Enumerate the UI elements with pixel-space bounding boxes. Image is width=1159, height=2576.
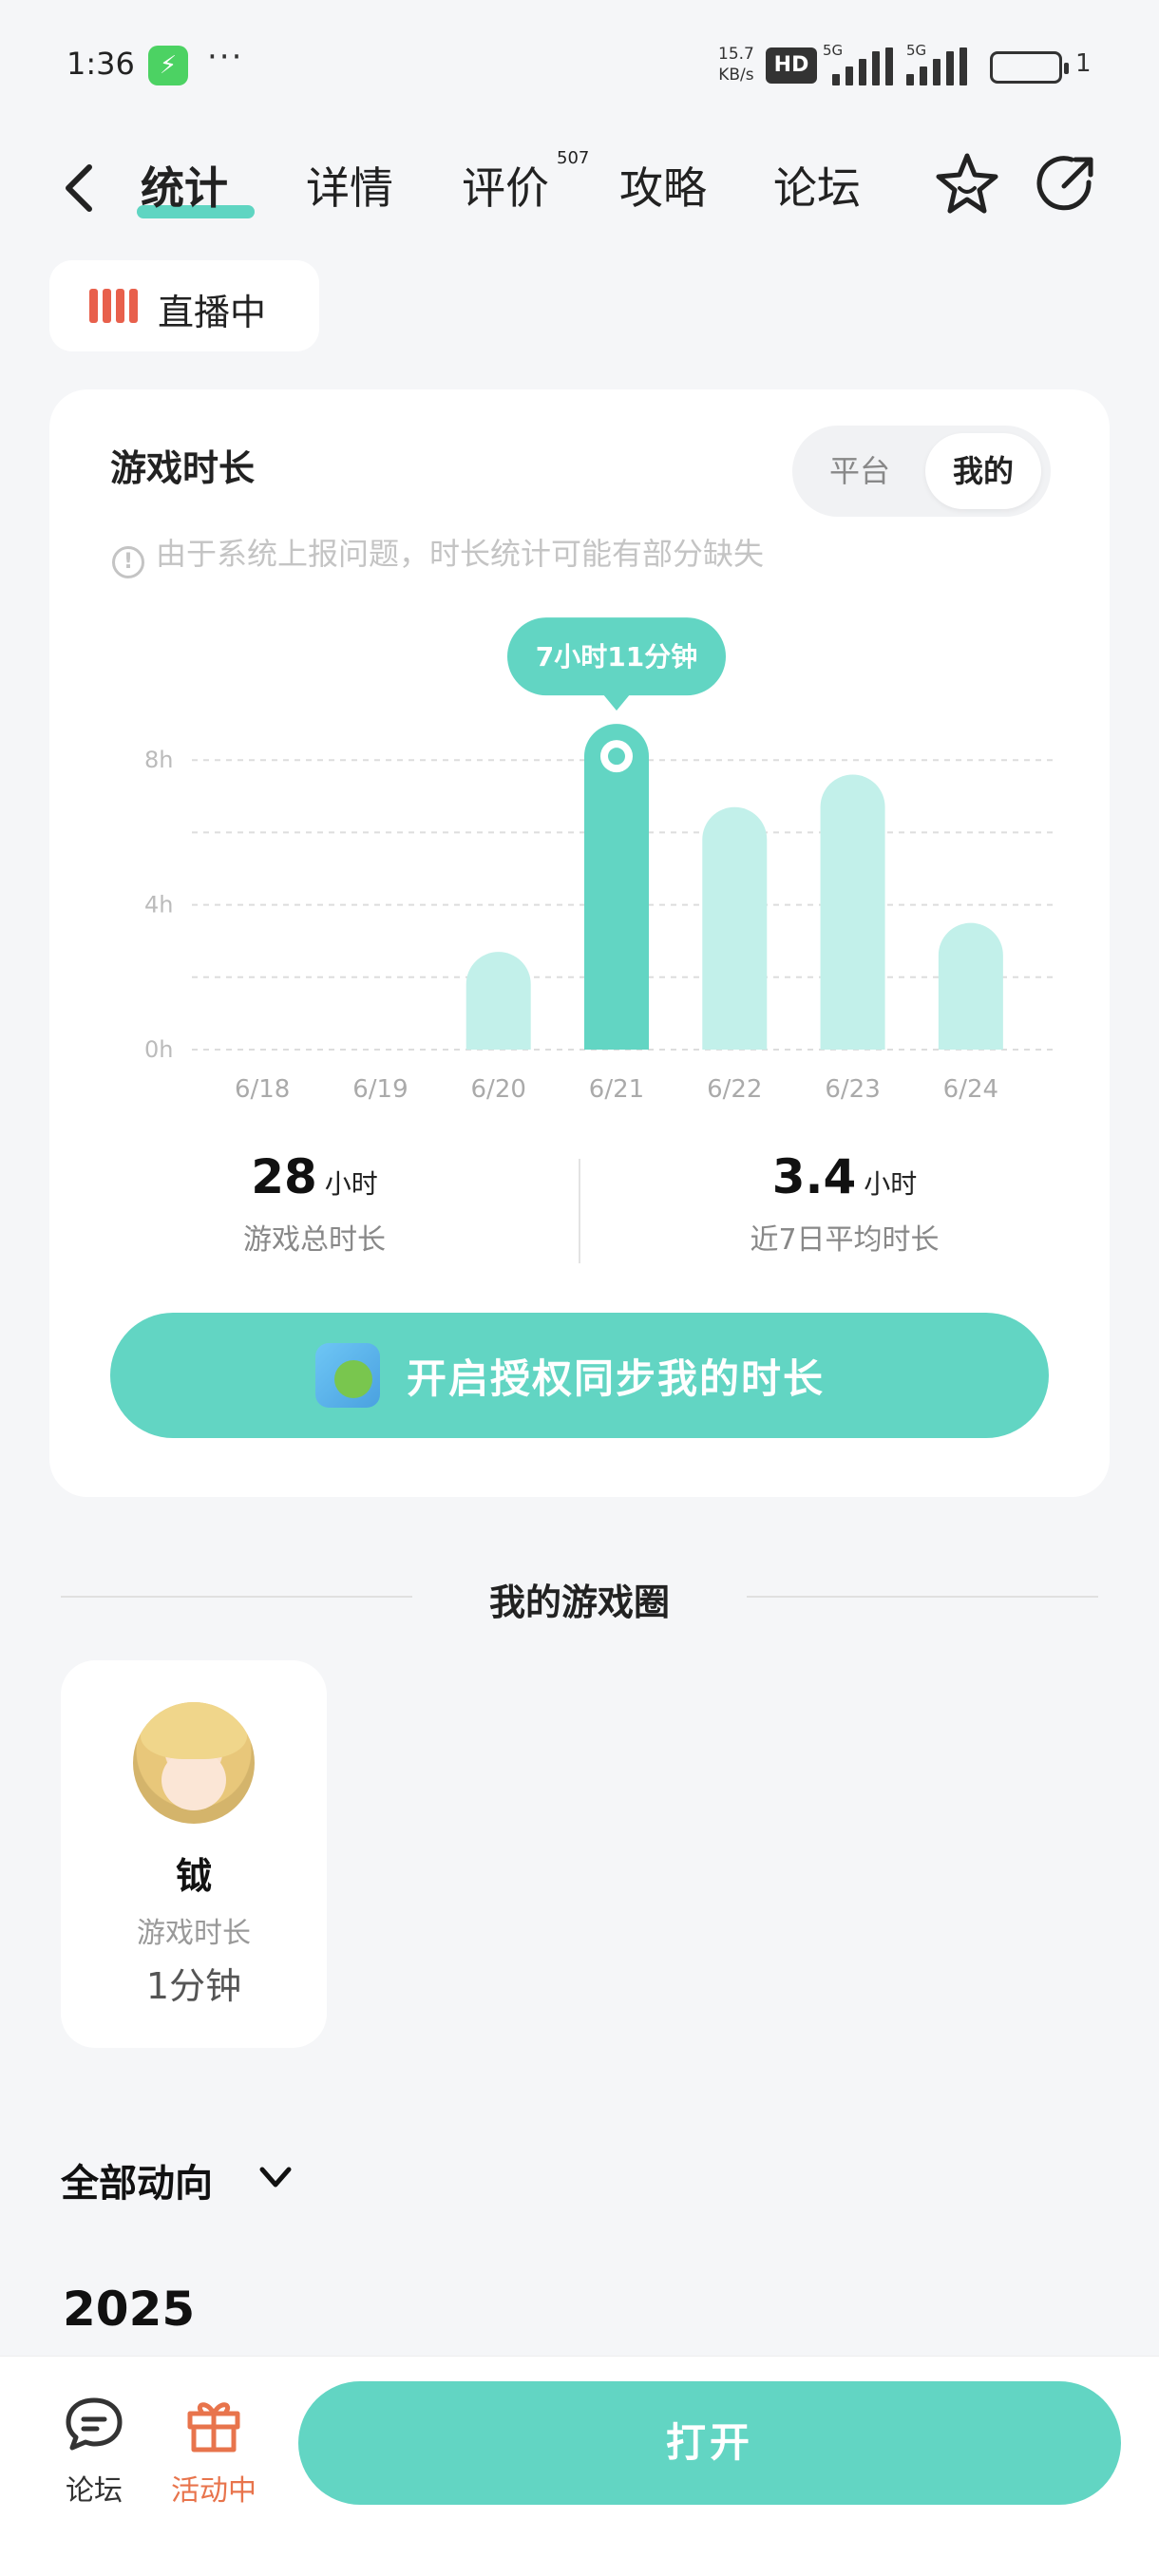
share-icon[interactable]	[1030, 148, 1102, 220]
segment-mine[interactable]: 我的	[925, 433, 1041, 509]
member-playtime-value: 1分钟	[145, 1965, 242, 2007]
battery-icon	[990, 51, 1069, 84]
average-playtime-label: 近7日平均时长	[750, 1223, 940, 1257]
tab-reviews[interactable]: 评价	[462, 154, 549, 217]
info-icon: !	[112, 546, 144, 578]
game-circle-title: 我的游戏圈	[488, 1582, 670, 1623]
more-notifications-icon: ···	[207, 38, 244, 76]
y-tick-label: 4h	[144, 892, 173, 919]
total-playtime-value: 28	[251, 1149, 317, 1204]
y-tick-label: 0h	[144, 1036, 173, 1063]
sync-playtime-button[interactable]: 开启授权同步我的时长	[110, 1313, 1049, 1438]
selected-bar-marker-dot	[608, 748, 625, 766]
x-tick-label: 6/21	[589, 1075, 644, 1104]
chart-bar	[820, 774, 885, 1050]
playtime-summary: 28 小时 游戏总时长 3.4 小时 近7日平均时长	[49, 1149, 1110, 1282]
live-streaming-chip[interactable]: 直播中	[49, 260, 319, 351]
chart-bar	[938, 922, 1003, 1050]
status-time: 1:36	[66, 46, 135, 82]
back-icon[interactable]	[57, 160, 104, 217]
activity-filter[interactable]: 全部动向	[61, 2152, 213, 2207]
chart-bar	[466, 952, 531, 1050]
source-segmented-control: 平台 我的	[792, 426, 1051, 517]
y-tick-label: 8h	[144, 747, 173, 773]
x-tick-label: 6/22	[707, 1075, 762, 1104]
card-title: 游戏时长	[110, 447, 256, 489]
playtime-bar-chart: 0h 4h 8h 6/18 6/19 6/20 7小时11分钟 6/21 6/22 6/23 6/2…	[144, 617, 1056, 1104]
average-playtime: 3.4 小时 近7日平均时长	[580, 1149, 1110, 1258]
chart-bar	[584, 724, 649, 1050]
x-tick-label: 6/19	[352, 1075, 408, 1104]
signal-2-icon	[906, 47, 973, 85]
live-streaming-label: 直播中	[158, 292, 267, 333]
total-playtime-unit: 小时	[324, 1168, 378, 1200]
timeline-year: 2025	[63, 2282, 196, 2337]
notice-text: 由于系统上报问题，时长统计可能有部分缺失	[156, 536, 765, 572]
tab-guides[interactable]: 攻略	[619, 154, 707, 217]
total-playtime: 28 小时 游戏总时长	[49, 1149, 580, 1258]
tab-forum[interactable]: 论坛	[773, 154, 861, 217]
game-app-icon	[315, 1343, 380, 1408]
segment-platform[interactable]: 平台	[802, 433, 918, 509]
total-playtime-label: 游戏总时长	[243, 1223, 386, 1257]
tab-stats[interactable]: 统计	[141, 154, 228, 217]
battery-percent: 1	[1075, 49, 1092, 78]
average-playtime-unit: 小时	[864, 1168, 918, 1200]
chart-tooltip-label: 7小时11分钟	[536, 641, 697, 672]
avatar	[133, 1702, 255, 1824]
data-notice: ! 由于系统上报问题，时长统计可能有部分缺失	[112, 530, 764, 578]
chart-bar	[702, 806, 768, 1050]
x-tick-label: 6/20	[471, 1075, 526, 1104]
network-speed-unit: KB/s	[718, 66, 754, 85]
star-icon[interactable]	[931, 148, 1003, 220]
network-speed: 15.7 KB/s	[718, 44, 754, 85]
network-speed-value: 15.7	[718, 45, 754, 64]
forum-shortcut-label: 论坛	[66, 2474, 123, 2508]
events-shortcut-label: 活动中	[171, 2474, 256, 2508]
x-tick-label: 6/18	[235, 1075, 290, 1104]
game-circle-header: 我的游戏圈	[61, 1567, 1098, 1624]
sync-playtime-label: 开启授权同步我的时长	[407, 1355, 826, 1402]
chart-tooltip-pointer	[603, 694, 630, 711]
bottom-action-bar: 论坛 活动中 打开	[0, 2356, 1159, 2576]
reviews-count-badge: 507	[557, 148, 590, 168]
security-shield-icon: ⚡	[148, 46, 188, 85]
chevron-down-icon[interactable]	[255, 2156, 296, 2198]
open-game-button[interactable]: 打开	[298, 2381, 1121, 2505]
signal-1-icon	[832, 47, 899, 85]
top-nav: 统计 详情 评价 507 攻略 论坛	[0, 133, 1159, 247]
gift-icon	[187, 2402, 240, 2453]
x-tick-label: 6/23	[825, 1075, 880, 1104]
x-tick-label: 6/24	[943, 1075, 998, 1104]
member-name: 钺	[175, 1855, 212, 1897]
member-playtime-label: 游戏时长	[137, 1917, 251, 1950]
game-circle-member-card[interactable]: 钺 游戏时长 1分钟	[61, 1660, 327, 2048]
status-bar: 1:36 ⚡ ··· 15.7 KB/s HD 5G 5G 1	[0, 0, 1159, 133]
forum-shortcut[interactable]: 论坛	[42, 2391, 146, 2509]
average-playtime-value: 3.4	[771, 1149, 857, 1204]
playtime-stats-card: 游戏时长 平台 我的 ! 由于系统上报问题，时长统计可能有部分缺失 0h 4h 8h 6…	[49, 389, 1110, 1497]
chat-icon	[66, 2397, 123, 2451]
events-shortcut[interactable]: 活动中	[162, 2391, 266, 2509]
tab-details[interactable]: 详情	[306, 154, 393, 217]
live-bars-icon	[89, 289, 139, 323]
hd-voice-icon: HD	[766, 47, 817, 84]
